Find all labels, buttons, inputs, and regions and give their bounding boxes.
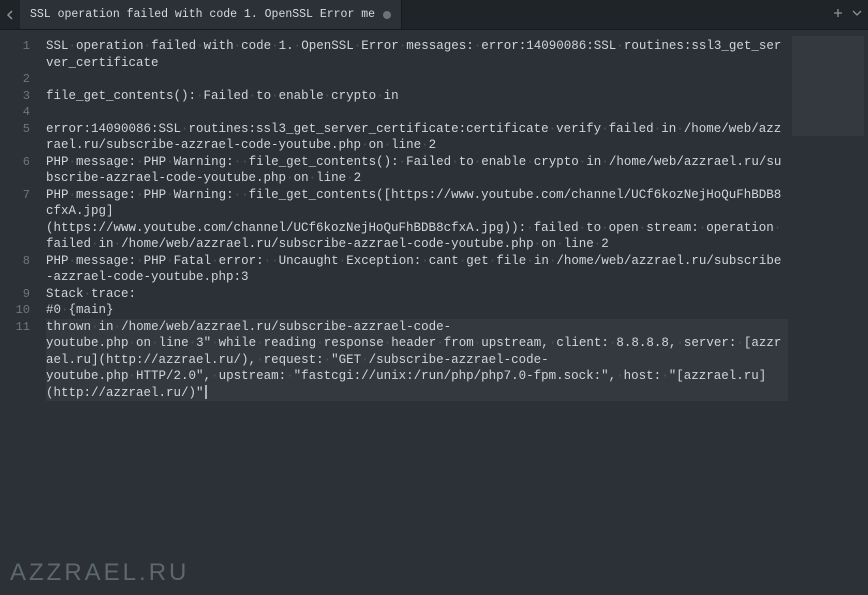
line-number: 8 (0, 253, 40, 270)
line-number-wrap (0, 137, 40, 154)
code-line[interactable]: #0·{main} (46, 302, 788, 319)
line-number-gutter: 1 2345 6 7 8 91011 (0, 30, 40, 595)
line-number: 10 (0, 302, 40, 319)
code-content[interactable]: SSL·operation·failed·with·code·1.·OpenSS… (40, 30, 788, 595)
tab-menu-button[interactable] (852, 7, 862, 23)
line-number: 4 (0, 104, 40, 121)
line-number: 9 (0, 286, 40, 303)
tab-bar: SSL operation failed with code 1. OpenSS… (0, 0, 868, 30)
minimap-view (792, 36, 864, 136)
line-number-wrap (0, 170, 40, 187)
line-number-wrap (0, 203, 40, 220)
editor-area: 1 2345 6 7 8 91011 SSL·operation·failed·with·… (0, 30, 868, 595)
tab-scroll-left[interactable] (0, 0, 20, 29)
line-number: 11 (0, 319, 40, 336)
line-number: 6 (0, 154, 40, 171)
code-line[interactable]: SSL·operation·failed·with·code·1.·OpenSS… (46, 38, 788, 71)
line-number: 2 (0, 71, 40, 88)
line-number-wrap (0, 220, 40, 237)
line-number: 5 (0, 121, 40, 138)
line-number-wrap (0, 55, 40, 72)
line-number-wrap (0, 335, 40, 352)
line-number: 1 (0, 38, 40, 55)
line-number-wrap (0, 352, 40, 369)
code-line[interactable]: PHP·message:·PHP·Warning:··file_get_cont… (46, 187, 788, 253)
tab-dirty-indicator (383, 11, 391, 19)
code-line[interactable] (46, 71, 788, 88)
code-line[interactable]: thrown·in·/home/web/azzrael.ru/subscribe… (46, 319, 788, 402)
line-number-wrap (0, 236, 40, 253)
new-tab-button[interactable] (832, 7, 844, 23)
line-number: 7 (0, 187, 40, 204)
tab-title: SSL operation failed with code 1. OpenSS… (30, 8, 375, 21)
code-line[interactable]: error:14090086:SSL·routines:ssl3_get_ser… (46, 121, 788, 154)
tab-active[interactable]: SSL operation failed with code 1. OpenSS… (20, 0, 402, 29)
line-number: 3 (0, 88, 40, 105)
code-line[interactable]: PHP·message:·PHP·Fatal·error:··Uncaught·… (46, 253, 788, 286)
watermark: AZZRAEL.RU (10, 559, 189, 587)
code-line[interactable]: file_get_contents():·Failed·to·enable·cr… (46, 88, 788, 105)
line-number-wrap (0, 368, 40, 385)
text-cursor (205, 385, 207, 399)
minimap[interactable] (788, 30, 868, 595)
code-line[interactable]: Stack·trace: (46, 286, 788, 303)
code-line[interactable]: PHP·message:·PHP·Warning:··file_get_cont… (46, 154, 788, 187)
line-number-wrap (0, 385, 40, 402)
line-number-wrap (0, 269, 40, 286)
code-line[interactable] (46, 104, 788, 121)
